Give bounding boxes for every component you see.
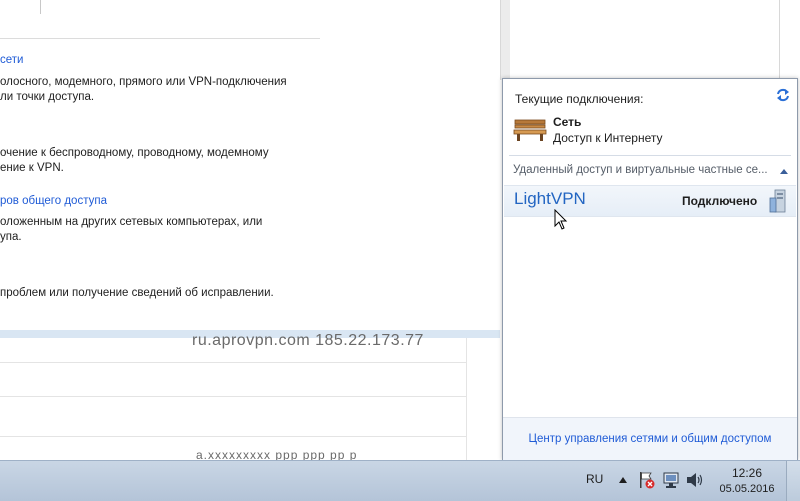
refresh-icon[interactable] xyxy=(775,87,791,103)
volume-icon[interactable] xyxy=(686,472,704,488)
action-center-flag-icon[interactable] xyxy=(638,471,656,489)
language-indicator[interactable]: RU xyxy=(586,472,603,486)
vpn-connection-icon xyxy=(769,189,786,213)
mouse-cursor-icon xyxy=(554,209,568,230)
task-description: оложенным на других сетевых компьютерах,… xyxy=(0,216,263,228)
task-description: очение к беспроводному, проводному, моде… xyxy=(0,147,269,159)
link-sharing-options[interactable]: ров общего доступа xyxy=(0,195,107,207)
section-header-vpn[interactable]: Удаленный доступ и виртуальные частные с… xyxy=(513,164,768,176)
flyout-footer: Центр управления сетями и общим доступом xyxy=(503,417,797,460)
current-connections-label: Текущие подключения: xyxy=(515,92,644,106)
task-description: проблем или получение сведений об исправ… xyxy=(0,287,274,299)
network-sharing-window: сети олосного, модемного, прямого или VP… xyxy=(0,0,500,338)
network-tray-icon[interactable] xyxy=(662,471,680,489)
list-window: ru.aprovpn.com 185.22.173.77 а.ххххххххх… xyxy=(0,332,500,462)
network-flyout: Текущие подключения: Сеть Доступ к Интер… xyxy=(502,78,798,460)
clock-time[interactable]: 12:26 xyxy=(720,466,774,480)
vpn-status: Подключено xyxy=(682,194,758,208)
task-description: олосного, модемного, прямого или VPN-под… xyxy=(0,76,287,88)
list-row-text: ru.aprovpn.com 185.22.173.77 xyxy=(192,332,424,349)
task-description: ение к VPN. xyxy=(0,162,64,174)
table-row-divider xyxy=(0,362,466,363)
show-hidden-icons-icon[interactable] xyxy=(619,477,627,483)
column-divider xyxy=(466,338,467,460)
task-description: упа. xyxy=(0,231,22,243)
table-row-divider xyxy=(0,436,466,437)
connection-name: Сеть xyxy=(553,115,582,129)
show-desktop-button[interactable] xyxy=(786,461,800,501)
vpn-name: LightVPN xyxy=(514,189,586,208)
task-description: ли точки доступа. xyxy=(0,91,95,103)
clock-date[interactable]: 05.05.2016 xyxy=(716,483,778,495)
divider xyxy=(779,0,780,80)
vpn-connection-item[interactable]: LightVPN Подключено xyxy=(504,185,796,217)
link-network[interactable]: сети xyxy=(0,54,23,66)
divider xyxy=(0,38,320,39)
divider xyxy=(40,0,41,14)
side-panel xyxy=(510,0,800,80)
chevron-up-icon[interactable] xyxy=(779,167,789,175)
table-row-divider xyxy=(0,396,466,397)
bench-network-icon xyxy=(513,119,547,141)
divider xyxy=(509,155,791,156)
connection-status: Доступ к Интернету xyxy=(553,131,663,145)
taskbar: RU 12:26 05.05.2016 xyxy=(0,460,800,501)
network-center-link[interactable]: Центр управления сетями и общим доступом xyxy=(503,433,797,445)
